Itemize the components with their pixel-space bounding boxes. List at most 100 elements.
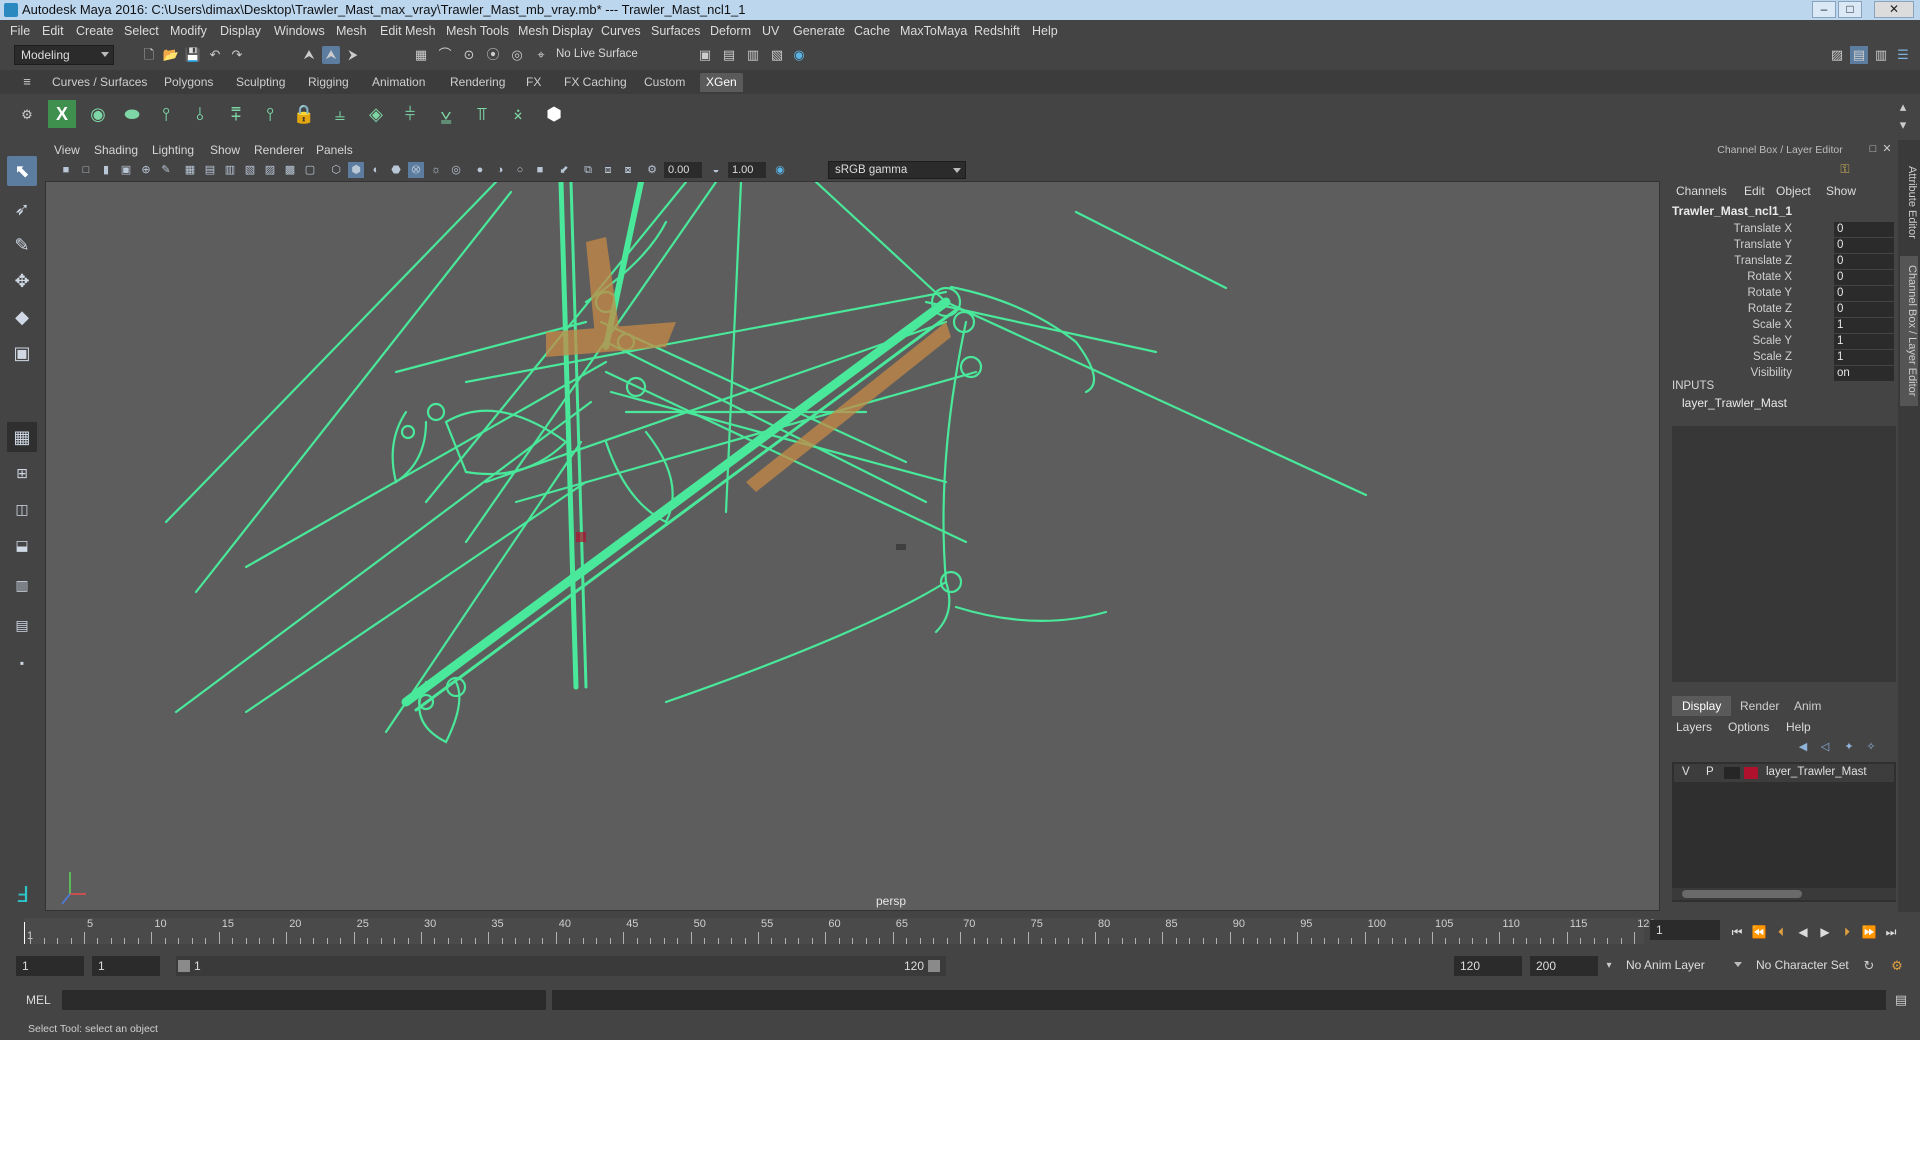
lasso-tool-icon[interactable]: ➶ <box>7 194 37 224</box>
wireframe-on-shaded-icon[interactable]: ⬣ <box>388 162 404 178</box>
isolate-icon[interactable]: ◎ <box>448 162 464 178</box>
attr-field-scale-y[interactable]: 1 <box>1834 334 1894 349</box>
hypershade-layout-icon[interactable]: ▤ <box>7 610 37 640</box>
xgen-select-guides-icon[interactable]: ⫯ <box>256 100 284 128</box>
play-forwards-icon[interactable]: ▶ <box>1816 924 1834 940</box>
layer-playback-toggle[interactable]: P <box>1706 766 1714 778</box>
move-layer-down-icon[interactable]: ◁ <box>1816 738 1834 756</box>
chevron-down-icon[interactable]: ▾ <box>1600 957 1618 975</box>
close-panel-icon[interactable]: ✕ <box>1878 140 1896 158</box>
layer-visibility-toggle[interactable]: V <box>1682 766 1690 778</box>
menu-create[interactable]: Create <box>76 24 114 38</box>
xgen-cut-icon[interactable]: ⫪ <box>468 100 496 128</box>
menu-file[interactable]: File <box>10 24 30 38</box>
menu-edit[interactable]: Edit <box>42 24 64 38</box>
layout-options-icon[interactable]: ▪ <box>7 648 37 678</box>
attr-field-rotate-y[interactable]: 0 <box>1834 286 1894 301</box>
menu-generate[interactable]: Generate <box>793 24 845 38</box>
paint-select-tool-icon[interactable]: ✎ <box>7 230 37 260</box>
layer-type-toggle[interactable] <box>1724 767 1740 779</box>
attr-field-translate-y[interactable]: 0 <box>1834 238 1894 253</box>
animation-preferences-icon[interactable]: ⚙ <box>1888 957 1906 975</box>
xgen-place-guides-icon[interactable]: ⫯ <box>152 100 180 128</box>
channel-show-menu[interactable]: Show <box>1826 184 1856 198</box>
animation-start-field[interactable]: 1 <box>16 956 84 976</box>
character-set-selector[interactable]: No Character Set <box>1750 956 1868 976</box>
safe-action-icon[interactable]: ▩ <box>282 162 298 178</box>
outliner-layout-icon[interactable]: ▥ <box>7 570 37 600</box>
bookmark-icon[interactable]: ▮ <box>98 162 114 178</box>
live-surface-label[interactable]: No Live Surface <box>556 48 638 60</box>
command-input[interactable] <box>62 990 546 1010</box>
step-back-key-icon[interactable]: ⏴ <box>1772 924 1790 940</box>
menu-curves[interactable]: Curves <box>601 24 641 38</box>
menu-uv[interactable]: UV <box>762 24 779 38</box>
select-tool-icon[interactable]: ⬉ <box>7 156 37 186</box>
motion-blur-icon[interactable]: ◑ <box>492 162 508 178</box>
gamma-field[interactable]: 1.00 <box>728 162 766 178</box>
maximize-button[interactable]: □ <box>1838 1 1862 18</box>
workspace-layout-icon[interactable]: ▨ <box>1828 46 1846 64</box>
render-frame-icon[interactable]: ▣ <box>696 46 714 64</box>
colorspace-selector[interactable]: sRGB gamma <box>828 161 966 179</box>
two-d-pan-icon[interactable]: ⊕ <box>138 162 154 178</box>
step-forward-frame-icon[interactable]: ⏩ <box>1860 924 1878 940</box>
xgen-guide-length-icon[interactable]: ⫨ <box>326 100 354 128</box>
film-gate-icon[interactable]: ▤ <box>202 162 218 178</box>
backface-culling-icon[interactable]: ⧇ <box>620 162 636 178</box>
menu-mesh[interactable]: Mesh <box>336 24 367 38</box>
undo-icon[interactable]: ↶ <box>206 46 224 64</box>
xgen-clump-icon[interactable]: ⩣ <box>432 100 460 128</box>
mode-selector[interactable]: Modeling <box>14 45 114 65</box>
tab-polygons[interactable]: Polygons <box>158 73 219 92</box>
hypershade-icon[interactable]: ◉ <box>790 46 808 64</box>
xgen-bend-icon[interactable]: ⫩ <box>396 100 424 128</box>
layer-help-menu[interactable]: Help <box>1786 720 1811 734</box>
anim-layer-selector[interactable]: No Anim Layer <box>1620 956 1746 976</box>
viewport-menu-lighting[interactable]: Lighting <box>152 143 194 157</box>
ambient-occlusion-icon[interactable]: ● <box>472 162 488 178</box>
menu-deform[interactable]: Deform <box>710 24 751 38</box>
smooth-shade-icon[interactable]: ⬢ <box>348 162 364 178</box>
xgen-interactive-groom-icon[interactable]: ⬢ <box>540 100 568 128</box>
tab-animation[interactable]: Animation <box>366 73 431 92</box>
gate-mask-icon[interactable]: ▧ <box>242 162 258 178</box>
current-frame-field[interactable]: 1 <box>1650 920 1720 940</box>
menu-modify[interactable]: Modify <box>170 24 207 38</box>
snap-grid-icon[interactable]: ▦ <box>412 46 430 64</box>
menu-display[interactable]: Display <box>220 24 261 38</box>
viewport-menu-renderer[interactable]: Renderer <box>254 143 304 157</box>
script-editor-icon[interactable]: ▤ <box>1892 991 1910 1009</box>
tab-fx[interactable]: FX <box>520 73 547 92</box>
snap-surface-icon[interactable]: ◎ <box>508 46 526 64</box>
menu-edit-mesh[interactable]: Edit Mesh <box>380 24 436 38</box>
playback-end-field[interactable]: 120 <box>1454 956 1522 976</box>
menu-windows[interactable]: Windows <box>274 24 325 38</box>
range-end-handle[interactable] <box>928 960 940 972</box>
grid-toggle-icon[interactable]: ▦ <box>182 162 198 178</box>
camera-select-icon[interactable]: ■ <box>58 162 74 178</box>
xgen-editor-icon[interactable]: X <box>48 100 76 128</box>
resolution-gate-icon[interactable]: ▥ <box>222 162 238 178</box>
scale-tool-icon[interactable]: ▣ <box>7 338 37 368</box>
playback-start-field[interactable]: 1 <box>92 956 160 976</box>
snap-curve-icon[interactable]: ⌒ <box>436 46 454 64</box>
range-start-handle[interactable] <box>178 960 190 972</box>
gamma-icon[interactable]: ◒ <box>708 162 724 178</box>
layer-tab-anim[interactable]: Anim <box>1784 696 1831 716</box>
new-empty-layer-icon[interactable]: ✦ <box>1840 738 1858 756</box>
tab-sculpting[interactable]: Sculpting <box>230 73 291 92</box>
channel-edit-menu[interactable]: Edit <box>1744 184 1765 198</box>
play-backwards-icon[interactable]: ◀ <box>1794 924 1812 940</box>
layer-row[interactable]: V P layer_Trawler_Mast <box>1674 764 1894 782</box>
layer-options-menu[interactable]: Options <box>1728 720 1769 734</box>
channel-key-icon[interactable]: ⚿ <box>1836 160 1854 178</box>
attr-field-rotate-x[interactable]: 0 <box>1834 270 1894 285</box>
color-management-icon[interactable]: ◉ <box>772 162 788 178</box>
render-settings-icon[interactable]: ▧ <box>768 46 786 64</box>
auto-key-icon[interactable]: ↻ <box>1860 957 1878 975</box>
tab-rigging[interactable]: Rigging <box>302 73 355 92</box>
new-layer-from-selection-icon[interactable]: ✧ <box>1862 738 1880 756</box>
attr-field-translate-x[interactable]: 0 <box>1834 222 1894 237</box>
minimize-button[interactable]: – <box>1812 1 1836 18</box>
